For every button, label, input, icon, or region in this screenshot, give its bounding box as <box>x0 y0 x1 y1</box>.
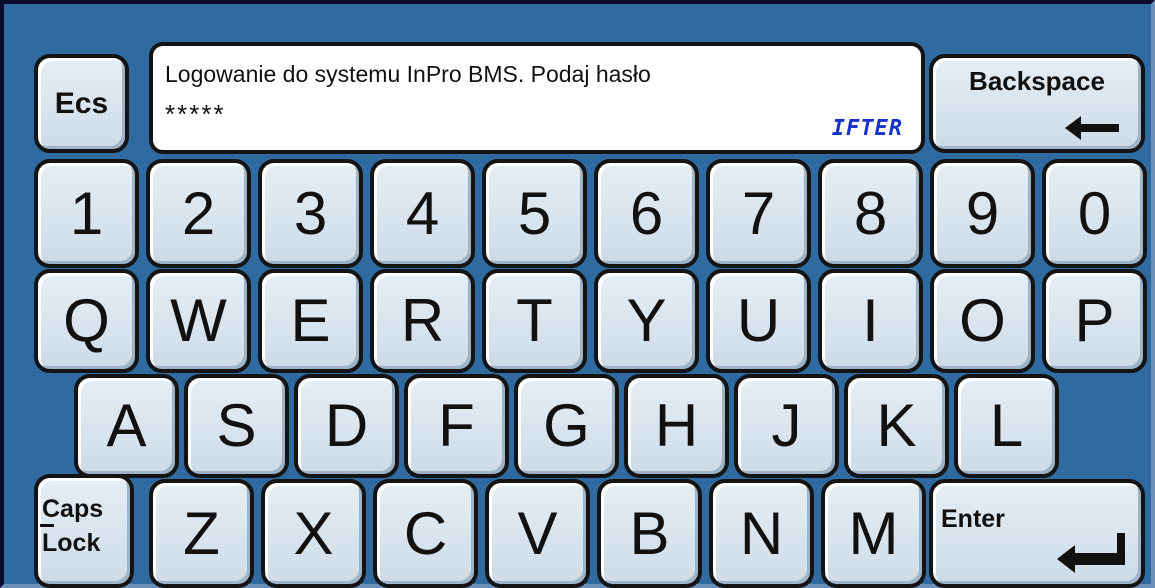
backspace-arrow-icon <box>1065 116 1119 140</box>
key-label: T <box>516 287 553 354</box>
backspace-key-label: Backspace <box>969 66 1105 96</box>
key-1[interactable]: 1 <box>34 159 139 268</box>
key-label: K <box>876 392 917 459</box>
key-e[interactable]: E <box>258 269 363 373</box>
key-7[interactable]: 7 <box>706 159 811 268</box>
esc-key-label: Ecs <box>54 86 109 120</box>
key-label: J <box>771 392 802 459</box>
login-prompt: Logowanie do systemu InPro BMS. Podaj ha… <box>165 61 651 87</box>
key-8[interactable]: 8 <box>818 159 923 268</box>
key-label: H <box>654 392 699 459</box>
key-w[interactable]: W <box>146 269 251 373</box>
key-label: F <box>438 392 475 459</box>
esc-key[interactable]: Ecs <box>34 54 129 153</box>
key-r[interactable]: R <box>370 269 475 373</box>
key-h[interactable]: H <box>624 374 729 478</box>
caps-key-label-line1: Caps <box>42 495 104 523</box>
key-j[interactable]: J <box>734 374 839 478</box>
key-0[interactable]: 0 <box>1042 159 1147 268</box>
key-label: Y <box>626 287 667 354</box>
key-i[interactable]: I <box>818 269 923 373</box>
enter-key-label: Enter <box>941 505 1005 533</box>
key-c[interactable]: C <box>373 479 478 588</box>
key-6[interactable]: 6 <box>594 159 699 268</box>
key-label: O <box>959 287 1006 354</box>
key-l[interactable]: L <box>954 374 1059 478</box>
key-label: I <box>862 287 879 354</box>
key-label: 0 <box>1077 179 1112 247</box>
key-label: A <box>106 392 147 459</box>
key-label: S <box>216 392 257 459</box>
key-label: M <box>848 499 899 567</box>
key-p[interactable]: P <box>1042 269 1147 373</box>
keyboard-panel: Ecs Logowanie do systemu InPro BMS. Poda… <box>0 0 1155 588</box>
key-label: 3 <box>293 179 328 247</box>
login-display: Logowanie do systemu InPro BMS. Podaj ha… <box>149 42 925 154</box>
key-f[interactable]: F <box>404 374 509 478</box>
key-label: Q <box>63 287 110 354</box>
key-label: 7 <box>741 179 776 247</box>
ifter-logo: IFTER <box>831 116 903 141</box>
caps-key-label-line2: Lock <box>42 529 101 557</box>
key-label: 8 <box>853 179 888 247</box>
key-label: B <box>629 499 670 567</box>
key-v[interactable]: V <box>485 479 590 588</box>
enter-arrow-icon <box>1057 533 1125 573</box>
backspace-key[interactable]: Backspace <box>929 54 1145 153</box>
key-label: U <box>736 287 781 354</box>
key-3[interactable]: 3 <box>258 159 363 268</box>
key-o[interactable]: O <box>930 269 1035 373</box>
key-label: L <box>989 392 1024 459</box>
key-label: V <box>517 499 558 567</box>
key-label: 1 <box>69 179 104 247</box>
key-u[interactable]: U <box>706 269 811 373</box>
key-label: 6 <box>629 179 664 247</box>
key-label: 9 <box>965 179 1000 247</box>
key-label: E <box>290 287 331 354</box>
key-label: P <box>1074 287 1115 354</box>
key-label: R <box>400 287 445 354</box>
key-5[interactable]: 5 <box>482 159 587 268</box>
key-label: C <box>403 499 448 567</box>
key-label: Z <box>183 499 220 567</box>
key-z[interactable]: Z <box>149 479 254 588</box>
key-label: W <box>170 287 227 354</box>
key-9[interactable]: 9 <box>930 159 1035 268</box>
key-m[interactable]: M <box>821 479 926 588</box>
enter-key[interactable]: Enter <box>929 479 1145 588</box>
key-y[interactable]: Y <box>594 269 699 373</box>
key-label: 5 <box>517 179 552 247</box>
key-t[interactable]: T <box>482 269 587 373</box>
password-field[interactable]: ***** <box>165 99 226 130</box>
key-n[interactable]: N <box>709 479 814 588</box>
key-4[interactable]: 4 <box>370 159 475 268</box>
key-label: N <box>739 499 784 567</box>
key-d[interactable]: D <box>294 374 399 478</box>
key-s[interactable]: S <box>184 374 289 478</box>
key-label: G <box>543 392 590 459</box>
key-2[interactable]: 2 <box>146 159 251 268</box>
key-x[interactable]: X <box>261 479 366 588</box>
key-b[interactable]: B <box>597 479 702 588</box>
key-label: 4 <box>405 179 440 247</box>
caps-lock-key[interactable]: Caps Lock <box>34 474 134 588</box>
key-q[interactable]: Q <box>34 269 139 373</box>
key-g[interactable]: G <box>514 374 619 478</box>
key-a[interactable]: A <box>74 374 179 478</box>
key-k[interactable]: K <box>844 374 949 478</box>
key-label: X <box>293 499 334 567</box>
key-label: 2 <box>181 179 216 247</box>
key-label: D <box>324 392 369 459</box>
